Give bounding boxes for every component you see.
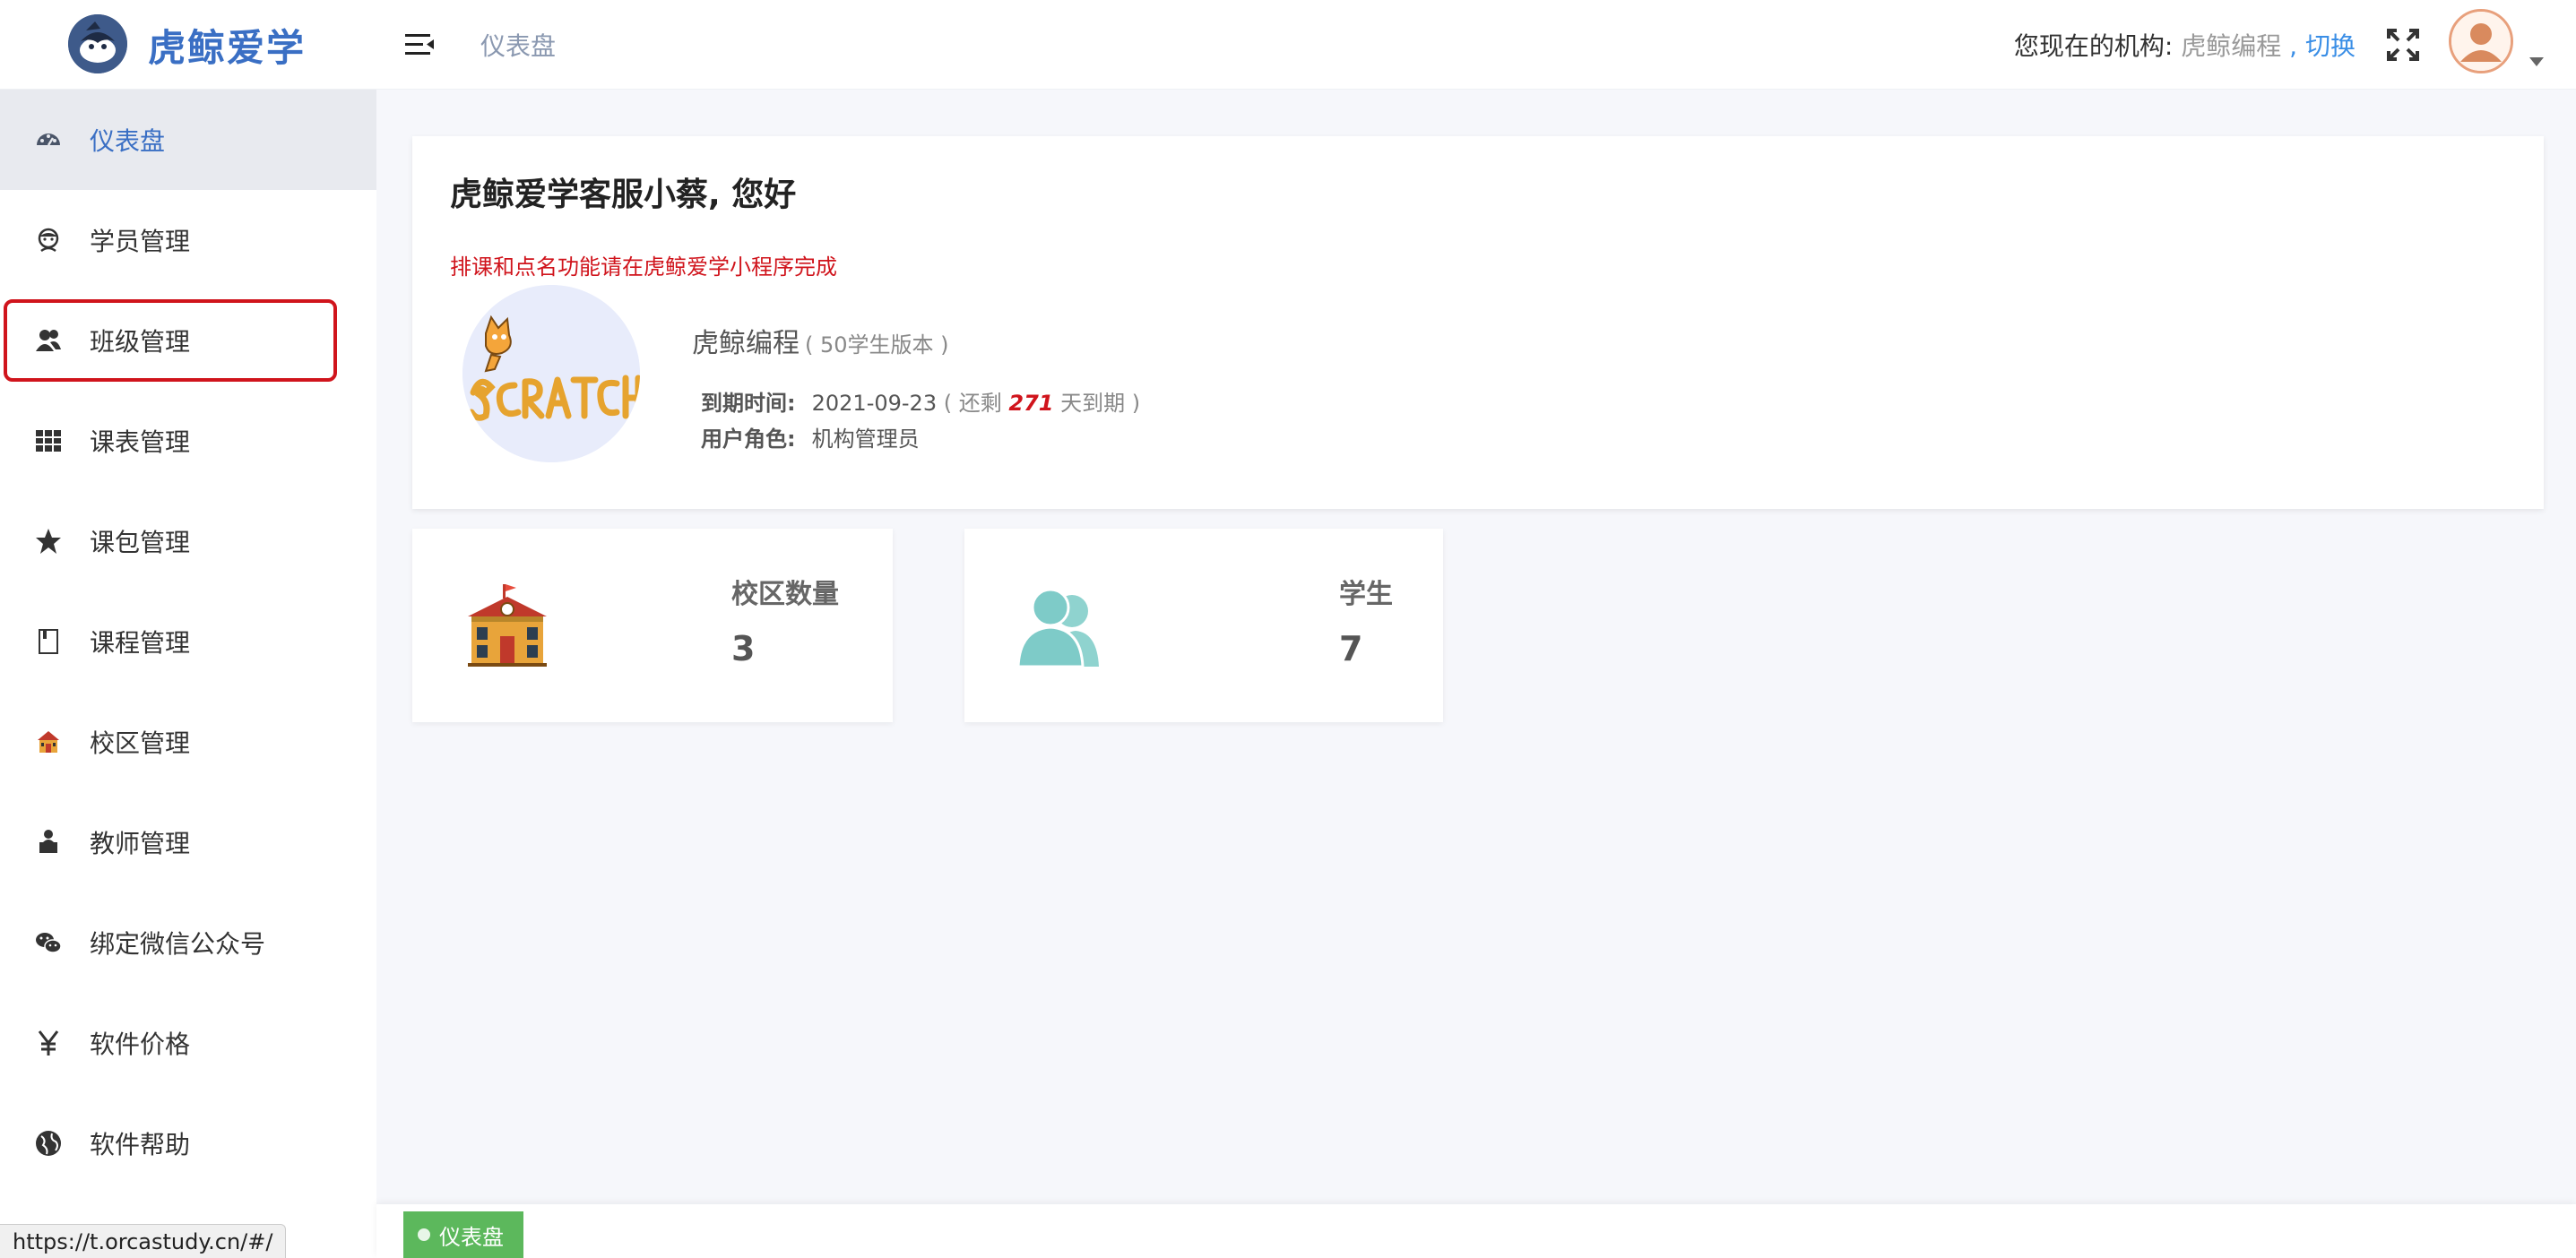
expire-row: 到期时间: 2021-09-23 ( 还剩 271 天到期 ) bbox=[701, 385, 1140, 417]
org-info-title: 虎鲸编程( 50学生版本 ) bbox=[692, 321, 949, 360]
tab-active-dot-icon bbox=[418, 1228, 430, 1241]
sidebar-item-classes[interactable]: 班级管理 bbox=[0, 290, 376, 391]
dashboard-icon bbox=[34, 125, 63, 154]
sidebar-item-label: 课表管理 bbox=[90, 427, 191, 457]
sidebar-item-courses[interactable]: 课程管理 bbox=[0, 591, 376, 692]
status-bar-url: https://t.orcastudy.cn/#/ bbox=[0, 1224, 287, 1258]
sidebar-item-label: 班级管理 bbox=[90, 327, 191, 357]
org-version: ( 50学生版本 ) bbox=[805, 332, 949, 358]
tabs-bar bbox=[376, 1204, 2576, 1258]
sidebar-item-dashboard[interactable]: 仪表盘 bbox=[0, 90, 376, 190]
current-org: 您现在的机构: 虎鲸编程 , 切换 bbox=[2014, 27, 2356, 63]
expire-label: 到期时间: bbox=[701, 391, 796, 416]
user-avatar[interactable] bbox=[2449, 9, 2513, 73]
role-label: 用户角色: bbox=[701, 427, 796, 452]
sidebar-item-label: 课包管理 bbox=[90, 528, 191, 557]
welcome-card: 虎鲸爱学客服小蔡, 您好 排课和点名功能请在虎鲸爱学小程序完成 虎鲸编程 (5… bbox=[412, 136, 2544, 509]
welcome-title: 虎鲸爱学客服小蔡, 您好 bbox=[450, 177, 797, 213]
sidebar-item-label: 软件价格 bbox=[90, 1030, 191, 1059]
stat-label: 校区数量 bbox=[731, 579, 839, 610]
sidebar-item-pricing[interactable]: 软件价格 bbox=[0, 993, 376, 1093]
sidebar: 仪表盘 学员管理 班级管理 课表管理 课包管理 课程管理 校区管理 教师管理 绑… bbox=[0, 90, 376, 1258]
sidebar-item-label: 仪表盘 bbox=[90, 126, 166, 156]
stat-value: 3 bbox=[731, 629, 756, 668]
school-icon bbox=[34, 728, 63, 756]
chevron-down-icon[interactable] bbox=[2529, 57, 2544, 66]
org-separator: , bbox=[2281, 31, 2305, 61]
org-switch-link[interactable]: 切换 bbox=[2305, 31, 2356, 61]
sidebar-item-label: 教师管理 bbox=[90, 829, 191, 858]
stat-value: 7 bbox=[1339, 629, 1363, 668]
fullscreen-icon[interactable] bbox=[2386, 28, 2420, 62]
sidebar-item-label: 学员管理 bbox=[90, 227, 191, 256]
wechat-icon bbox=[34, 928, 63, 957]
sidebar-item-packages[interactable]: 课包管理 bbox=[0, 491, 376, 591]
expire-date: 2021-09-23 bbox=[811, 391, 938, 416]
brand-name[interactable]: 虎鲸爱学 bbox=[148, 18, 306, 73]
role-row: 用户角色: 机构管理员 bbox=[701, 421, 920, 452]
sidebar-item-campus[interactable]: 校区管理 bbox=[0, 692, 376, 792]
expire-suffix: 天到期 ) bbox=[1060, 391, 1141, 416]
students-icon bbox=[1015, 581, 1104, 670]
org-info-name: 虎鲸编程 bbox=[692, 328, 800, 359]
expire-days: 271 bbox=[1008, 391, 1054, 416]
org-label: 您现在的机构: bbox=[2013, 31, 2182, 61]
sidebar-item-schedule[interactable]: 课表管理 bbox=[0, 391, 376, 491]
sidebar-item-wechat[interactable]: 绑定微信公众号 bbox=[0, 892, 376, 993]
yen-icon bbox=[34, 1029, 63, 1057]
sidebar-item-help[interactable]: 软件帮助 bbox=[0, 1093, 376, 1193]
sidebar-item-label: 软件帮助 bbox=[90, 1130, 191, 1159]
sidebar-item-label: 校区管理 bbox=[90, 728, 191, 758]
users-icon bbox=[34, 326, 63, 355]
sidebar-item-label: 课程管理 bbox=[90, 628, 191, 658]
notice-text: 排课和点名功能请在虎鲸爱学小程序完成 bbox=[450, 254, 837, 280]
sidebar-item-students[interactable]: 学员管理 bbox=[0, 190, 376, 290]
menu-toggle-icon[interactable] bbox=[403, 29, 436, 61]
stat-card-campus[interactable]: 校区数量 3 bbox=[412, 529, 893, 722]
tab-label: 仪表盘 bbox=[439, 1224, 504, 1250]
scratch-logo-icon bbox=[462, 285, 640, 462]
book-icon bbox=[34, 627, 63, 656]
sidebar-item-teachers[interactable]: 教师管理 bbox=[0, 792, 376, 892]
teacher-icon bbox=[34, 828, 63, 857]
grid-icon bbox=[34, 427, 63, 455]
top-header: 虎鲸爱学 仪表盘 您现在的机构: 虎鲸编程 , 切换 bbox=[0, 0, 2576, 90]
stat-label: 学生 bbox=[1339, 579, 1393, 610]
student-icon bbox=[34, 226, 63, 254]
stat-card-students[interactable]: 学生 7 bbox=[964, 529, 1443, 722]
sidebar-item-label: 绑定微信公众号 bbox=[90, 929, 266, 959]
star-icon bbox=[34, 527, 63, 556]
school-building-icon bbox=[462, 581, 552, 670]
globe-icon bbox=[34, 1129, 63, 1158]
tab-dashboard[interactable]: 仪表盘 bbox=[403, 1211, 523, 1258]
expire-prefix: ( 还剩 bbox=[943, 391, 1002, 416]
role-value: 机构管理员 bbox=[811, 427, 920, 452]
breadcrumb[interactable]: 仪表盘 bbox=[480, 27, 556, 63]
brand-logo-icon[interactable] bbox=[68, 14, 127, 73]
org-name: 虎鲸编程 bbox=[2181, 31, 2282, 61]
